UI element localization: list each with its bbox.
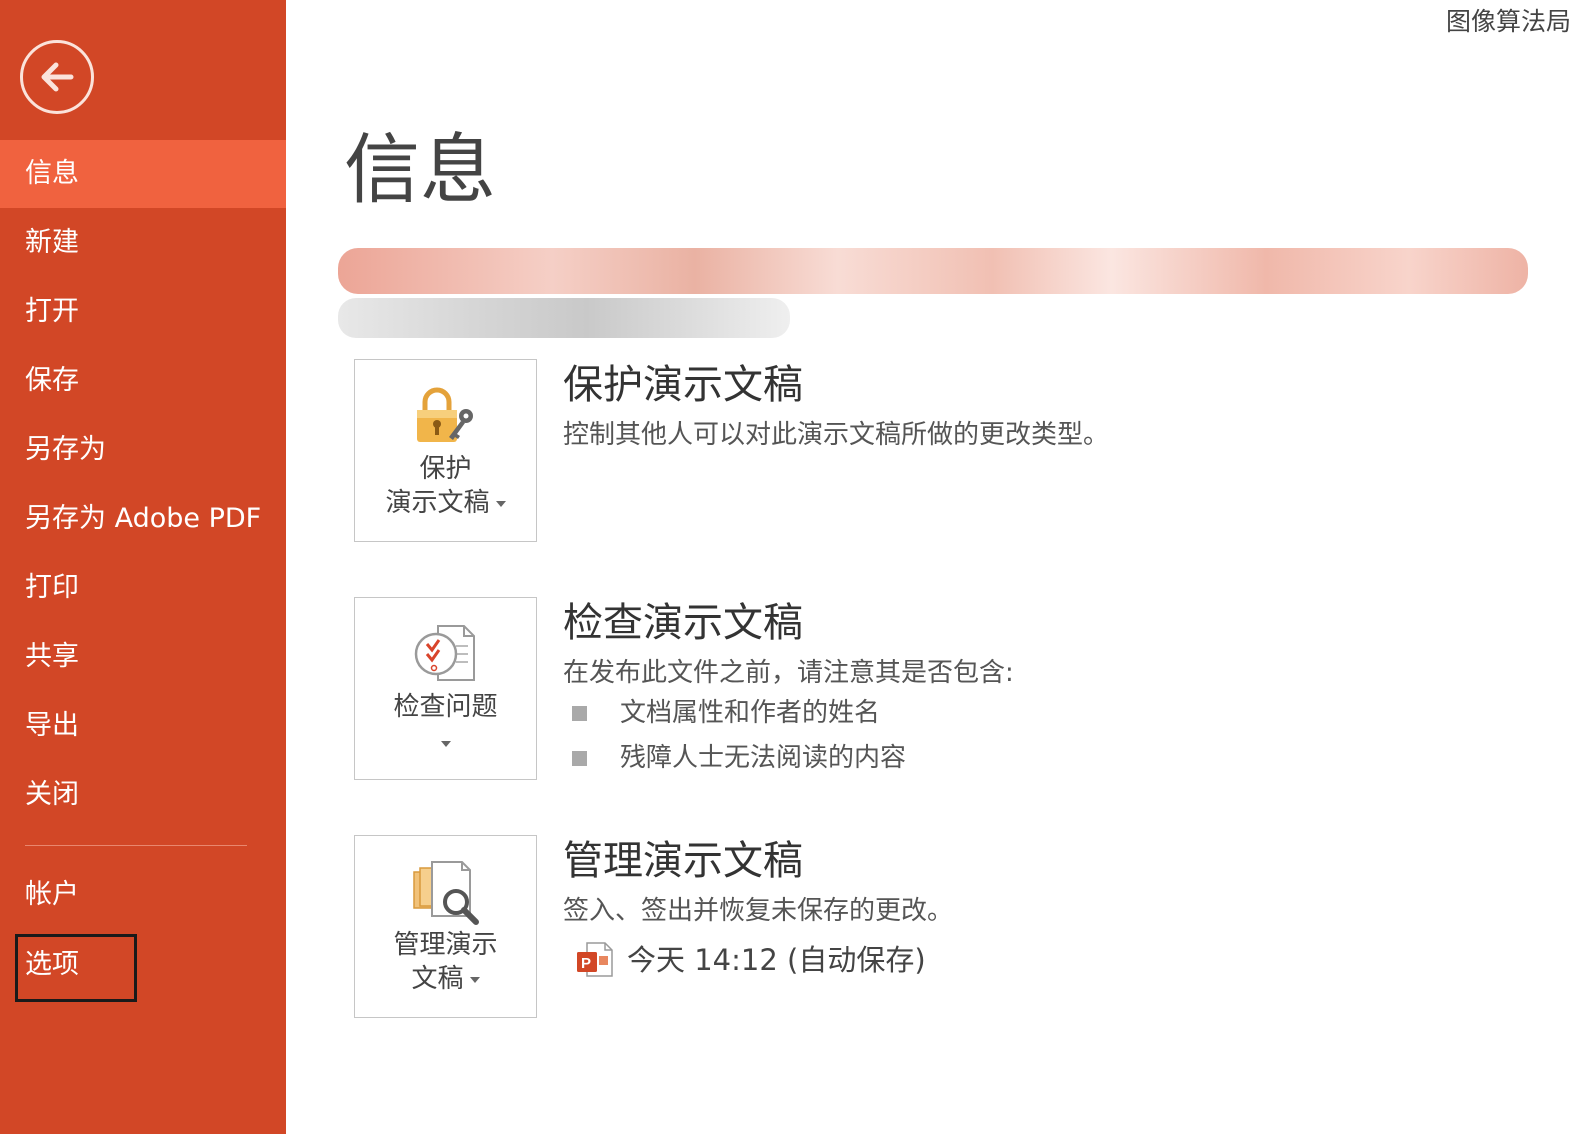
dropdown-caret-icon [440, 740, 451, 747]
manage-versions-icon [412, 861, 479, 925]
protect-section-title: 保护演示文稿 [563, 362, 803, 408]
check-issues-button[interactable]: 检查问题 [354, 597, 537, 780]
window-title-fragment: 图像算法局 [1446, 7, 1570, 36]
autosave-version-label: 今天 14:12 (自动保存) [627, 943, 926, 977]
svg-text:P: P [581, 955, 591, 972]
nav-item-share[interactable]: 共享 [0, 623, 286, 691]
nav-item-save-as[interactable]: 另存为 [0, 416, 286, 484]
powerpoint-file-icon: P [577, 942, 613, 977]
protect-presentation-button[interactable]: 保护 演示文稿 [354, 359, 537, 542]
nav-item-open[interactable]: 打开 [0, 278, 286, 346]
nav-divider [25, 845, 247, 846]
bullet-icon [572, 751, 587, 766]
nav-item-print[interactable]: 打印 [0, 554, 286, 622]
manage-section-title: 管理演示文稿 [563, 838, 803, 884]
nav-item-options[interactable]: 选项 [0, 931, 286, 999]
nav-item-save-as-pdf[interactable]: 另存为 Adobe PDF [0, 485, 286, 553]
manage-button-line2-wrap: 文稿 [355, 962, 536, 996]
bullet-icon [572, 706, 587, 721]
nav-item-info[interactable]: 信息 [0, 140, 286, 208]
nav-item-close[interactable]: 关闭 [0, 761, 286, 829]
manage-section-desc: 签入、签出并恢复未保存的更改。 [563, 896, 954, 926]
page-title: 信息 [344, 125, 496, 214]
check-issues-label: 检查问题 [393, 692, 498, 722]
inspect-bullet-1: 文档属性和作者的姓名 [620, 698, 881, 728]
inspect-document-icon [414, 625, 475, 681]
back-arrow-icon [41, 62, 74, 92]
file-path-redacted [338, 248, 1528, 294]
protect-section-desc: 控制其他人可以对此演示文稿所做的更改类型。 [563, 420, 1110, 450]
dropdown-caret-icon [495, 500, 506, 507]
lock-key-icon [416, 387, 473, 442]
file-location-redacted [338, 298, 790, 338]
inspect-section-desc: 在发布此文件之前，请注意其是否包含: [563, 658, 1014, 688]
dropdown-caret-icon [469, 976, 480, 983]
manage-button-line2: 文稿 [411, 964, 464, 994]
protect-button-line2-wrap: 演示文稿 [355, 486, 536, 520]
inspect-section-title: 检查演示文稿 [563, 600, 803, 646]
manage-presentation-button[interactable]: 管理演示 文稿 [354, 835, 537, 1018]
nav-item-export[interactable]: 导出 [0, 692, 286, 760]
nav-item-account[interactable]: 帐户 [0, 861, 286, 929]
protect-button-line1: 保护 [419, 454, 472, 484]
manage-button-line1: 管理演示 [393, 930, 498, 960]
inspect-bullet-2: 残障人士无法阅读的内容 [620, 743, 907, 773]
nav-item-new[interactable]: 新建 [0, 209, 286, 277]
protect-button-line2: 演示文稿 [385, 488, 490, 518]
check-issues-caret-wrap [355, 726, 536, 760]
backstage-sidebar: 信息 新建 打开 保存 另存为 另存为 Adobe PDF 打印 共享 导出 关… [0, 0, 286, 1134]
back-button[interactable] [20, 40, 94, 114]
nav-item-save[interactable]: 保存 [0, 347, 286, 415]
